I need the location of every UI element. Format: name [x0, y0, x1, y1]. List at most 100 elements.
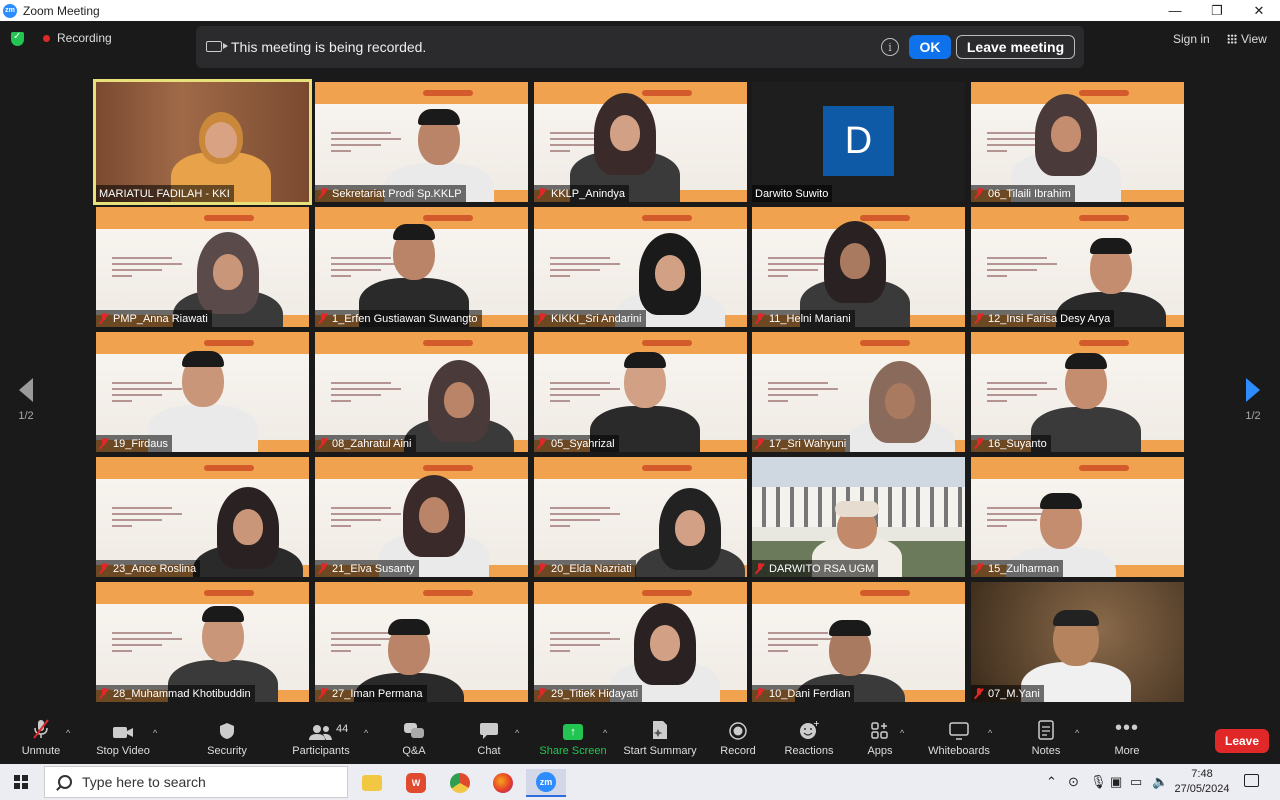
taskbar-clock[interactable]: 7:48 27/05/2024	[1170, 767, 1234, 797]
participant-tile[interactable]: 21_Elva Susanty	[315, 457, 528, 577]
security-button[interactable]: Security	[205, 714, 249, 764]
participant-tile[interactable]: 20_Elda Nazriati	[534, 457, 747, 577]
more-button[interactable]: ••• More	[1110, 714, 1144, 764]
chat-bubble-icon	[479, 714, 499, 740]
sign-in-button[interactable]: Sign in	[1173, 32, 1210, 46]
zoom-app-icon: zm	[3, 3, 17, 18]
participants-options-chevron-icon[interactable]: ^	[364, 728, 368, 738]
notes-button[interactable]: Notes	[1030, 714, 1062, 764]
network-icon[interactable]: ▭	[1130, 774, 1142, 790]
zoom-taskbar-app[interactable]: zm	[526, 769, 566, 797]
participant-name: 27_Iman Permana	[332, 687, 423, 700]
recording-label[interactable]: Recording	[57, 31, 112, 45]
participant-nameplate: 06_Tilaili Ibrahim	[971, 185, 1075, 202]
share-screen-button[interactable]: ↑ Share Screen	[539, 714, 607, 764]
restore-icon[interactable]: ❐	[1196, 0, 1238, 21]
unmute-options-chevron-icon[interactable]: ^	[66, 728, 70, 738]
wps-app[interactable]: W	[396, 769, 436, 797]
mic-muted-icon	[537, 313, 547, 324]
participant-nameplate: 28_Muhammad Khotibuddin	[96, 685, 255, 702]
recording-banner: This meeting is being recorded. i OK Lea…	[196, 26, 1084, 68]
apps-options-chevron-icon[interactable]: ^	[900, 728, 904, 738]
participant-tile[interactable]: 17_Sri Wahyuni	[752, 332, 965, 452]
participant-tile[interactable]: PMP_Anna Riawati	[96, 207, 309, 327]
participant-tile[interactable]: 1_Erfen Gustiawan Suwangto	[315, 207, 528, 327]
video-options-chevron-icon[interactable]: ^	[153, 728, 157, 738]
participant-tile[interactable]: D Darwito Suwito	[752, 82, 965, 202]
tray-app-icon[interactable]: ⊙	[1068, 774, 1079, 790]
window-titlebar: zm Zoom Meeting — ❐ ✕	[0, 0, 1280, 21]
notification-icon[interactable]	[1244, 774, 1259, 787]
volume-icon[interactable]: 🔈	[1152, 774, 1168, 790]
participant-nameplate: MARIATUL FADILAH - KKI	[96, 185, 234, 202]
unmute-button[interactable]: Unmute	[18, 714, 64, 764]
minimize-icon[interactable]: —	[1154, 0, 1196, 21]
tray-chevron-icon[interactable]: ⌃	[1046, 774, 1057, 790]
info-icon[interactable]: i	[881, 38, 899, 56]
stop-video-button[interactable]: Stop Video	[95, 714, 151, 764]
participant-nameplate: 29_Titiek Hidayati	[534, 685, 643, 702]
participant-tile[interactable]: 15_Zulharman	[971, 457, 1184, 577]
qa-button[interactable]: Q&A	[398, 714, 430, 764]
participant-nameplate: 08_Zahratul Aini	[315, 435, 416, 452]
participant-tile[interactable]: 07_M.Yani	[971, 582, 1184, 702]
participant-tile[interactable]: 11_Helni Mariani	[752, 207, 965, 327]
windows-start-icon[interactable]	[14, 775, 28, 789]
chat-button[interactable]: Chat	[474, 714, 504, 764]
taskbar-search-input[interactable]: Type here to search	[44, 766, 348, 798]
participant-tile[interactable]: 05_Syahrizal	[534, 332, 747, 452]
view-button[interactable]: View	[1227, 32, 1267, 46]
participant-name: 21_Elva Susanty	[332, 562, 415, 575]
participant-nameplate: 05_Syahrizal	[534, 435, 619, 452]
record-button[interactable]: Record	[718, 714, 758, 764]
ok-button[interactable]: OK	[909, 35, 951, 59]
tray-device-icon[interactable]: ▣	[1110, 774, 1122, 790]
participant-tile[interactable]: DARWITO RSA UGM	[752, 457, 965, 577]
chat-options-chevron-icon[interactable]: ^	[515, 728, 519, 738]
avatar: D	[823, 106, 894, 176]
share-options-chevron-icon[interactable]: ^	[603, 728, 607, 738]
firefox-app[interactable]	[483, 769, 523, 797]
grid-icon	[1227, 34, 1237, 44]
close-icon[interactable]: ✕	[1238, 0, 1280, 21]
mic-muted-icon	[537, 563, 547, 574]
participant-nameplate: 20_Elda Nazriati	[534, 560, 636, 577]
notes-options-chevron-icon[interactable]: ^	[1075, 728, 1079, 738]
participant-tile[interactable]: 12_Insi Farisa Desy Arya	[971, 207, 1184, 327]
participant-tile[interactable]: MARIATUL FADILAH - KKI	[93, 79, 312, 205]
participant-tile[interactable]: 19_Firdaus	[96, 332, 309, 452]
file-explorer-app[interactable]	[352, 769, 392, 797]
shield-icon[interactable]	[11, 31, 24, 46]
participant-tile[interactable]: 06_Tilaili Ibrahim	[971, 82, 1184, 202]
participant-name: DARWITO RSA UGM	[769, 562, 875, 575]
apps-button[interactable]: Apps	[864, 714, 896, 764]
mic-muted-icon	[974, 188, 984, 199]
start-summary-button[interactable]: Start Summary	[622, 714, 698, 764]
participant-tile[interactable]: KKLP_Anindya	[534, 82, 747, 202]
previous-page-button[interactable]: 1/2	[11, 378, 41, 422]
next-page-button[interactable]: 1/2	[1238, 378, 1268, 422]
mic-muted-icon	[974, 313, 984, 324]
participant-tile[interactable]: KIKKI_Sri Andarini	[534, 207, 747, 327]
participant-name: KIKKI_Sri Andarini	[551, 312, 642, 325]
more-dots-icon: •••	[1114, 717, 1139, 739]
chrome-app[interactable]	[440, 769, 480, 797]
reactions-button[interactable]: + Reactions	[784, 714, 834, 764]
whiteboards-options-chevron-icon[interactable]: ^	[988, 728, 992, 738]
whiteboards-button[interactable]: Whiteboards	[927, 714, 991, 764]
participants-button[interactable]: Participants	[291, 714, 351, 764]
participant-tile[interactable]: Sekretariat Prodi Sp.KKLP	[315, 82, 528, 202]
participant-name: 1_Erfen Gustiawan Suwangto	[332, 312, 478, 325]
participant-tile[interactable]: 28_Muhammad Khotibuddin	[96, 582, 309, 702]
participant-tile[interactable]: 08_Zahratul Aini	[315, 332, 528, 452]
participant-tile[interactable]: 16_Suyanto	[971, 332, 1184, 452]
participant-tile[interactable]: 23_Ance Roslina	[96, 457, 309, 577]
leave-meeting-button[interactable]: Leave meeting	[956, 35, 1075, 59]
leave-button[interactable]: Leave	[1215, 729, 1269, 753]
participant-tile[interactable]: 27_Iman Permana	[315, 582, 528, 702]
participant-tile[interactable]: 29_Titiek Hidayati	[534, 582, 747, 702]
participant-tile[interactable]: 10_Dani Ferdian	[752, 582, 965, 702]
participant-name: 20_Elda Nazriati	[551, 562, 632, 575]
microphone-icon[interactable]: 🎙	[1090, 774, 1107, 790]
recording-message: This meeting is being recorded.	[231, 39, 427, 55]
